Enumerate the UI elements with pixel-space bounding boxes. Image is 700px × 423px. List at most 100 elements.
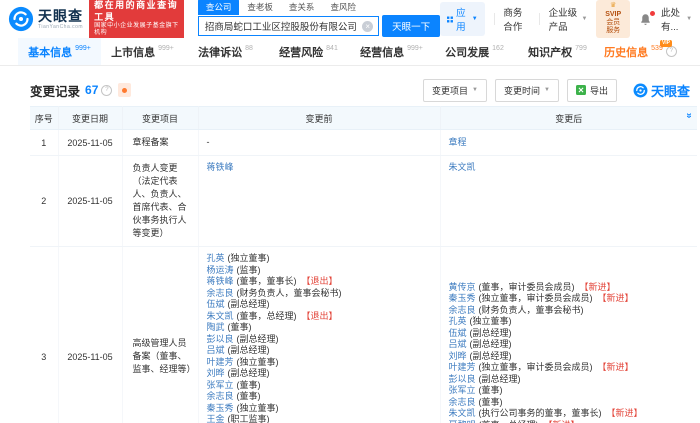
person-link[interactable]: 彭以良 <box>449 374 476 384</box>
person-link[interactable]: 吕斌 <box>207 345 225 355</box>
person-link[interactable]: 张军立 <box>449 385 476 395</box>
person-link[interactable]: 秦玉秀 <box>207 403 234 413</box>
status-tag: 【退出】 <box>302 311 338 321</box>
person-link[interactable]: 王金 <box>207 414 225 423</box>
tab-company-development[interactable]: 公司发展162 <box>433 38 516 65</box>
slogan-badge: 都在用的商业查询工具 国家中小企业发展子基金旗下机构 <box>89 0 184 41</box>
search-button[interactable]: 天眼一下 <box>382 15 440 37</box>
search-input[interactable] <box>199 21 362 32</box>
business-coop-link[interactable]: 商务合作 <box>503 5 530 33</box>
tab-label: 上市信息 <box>111 44 155 60</box>
person-line: 彭以良(副总经理) <box>207 334 434 346</box>
collapse-chevrons-icon[interactable]: » <box>684 113 695 119</box>
section-title: 变更记录 <box>30 81 80 100</box>
person-line: 刘晔(副总经理) <box>207 368 434 380</box>
person-line: 张军立(董事) <box>449 385 692 397</box>
export-label: 导出 <box>590 84 608 97</box>
info-icon[interactable]: ? <box>666 46 677 57</box>
person-role: (职工监事) <box>228 414 270 423</box>
filter-project-button[interactable]: 变更项目 ▼ <box>423 79 487 102</box>
tab-count: 999+ <box>75 45 91 52</box>
search-tab-boss[interactable]: 查老板 <box>239 0 281 15</box>
person-line: 陶武(董事) <box>207 322 434 334</box>
person-link[interactable]: 杨运涛 <box>207 265 234 275</box>
person-link[interactable]: 章程 <box>449 137 467 147</box>
tab-history-info[interactable]: VIP 历史信息539 ? <box>599 38 682 65</box>
person-link[interactable]: 孔英 <box>207 253 225 263</box>
person-role: (董事) <box>228 322 252 332</box>
person-link[interactable]: 朱文凯 <box>449 408 476 418</box>
person-link[interactable]: 叶建芳 <box>207 357 234 367</box>
user-menu[interactable]: 此处有... ▼ <box>661 5 692 33</box>
tab-basic-info[interactable]: 基本信息999+ <box>18 38 101 65</box>
person-line: 刘晔(副总经理) <box>449 351 692 363</box>
person-link[interactable]: 叶建芳 <box>449 362 476 372</box>
search-box: × <box>198 16 379 36</box>
tianyancha-logo[interactable]: 天眼查 TianYanCha.com <box>8 6 83 32</box>
tab-operation-risk[interactable]: 经营风险841 <box>267 38 350 65</box>
enterprise-product-link[interactable]: 企业级产品 ▼ <box>549 5 588 33</box>
person-line: 叶建芳(独立董事) <box>207 357 434 369</box>
tab-count: 799 <box>575 45 587 52</box>
person-role: (董事) <box>237 380 261 390</box>
export-button[interactable]: 导出 <box>567 79 617 102</box>
person-role: (独立董事) <box>237 403 279 413</box>
tab-label: 公司发展 <box>445 44 489 60</box>
person-link[interactable]: 余志良 <box>449 305 476 315</box>
logo-subtext: TianYanCha.com <box>38 25 83 30</box>
search-tab-risk[interactable]: 查风险 <box>322 0 364 15</box>
notification-bell[interactable] <box>639 13 652 26</box>
person-link[interactable]: 余志良 <box>207 391 234 401</box>
person-line: 朱文凯(董事，总经理)【退出】 <box>207 311 434 323</box>
person-link[interactable]: 刘晔 <box>449 351 467 361</box>
clear-icon[interactable]: × <box>362 21 373 32</box>
tianyancha-logo-icon <box>8 6 34 32</box>
person-link[interactable]: 秦玉秀 <box>449 293 476 303</box>
person-link[interactable]: 彭以良 <box>207 334 234 344</box>
person-role: (独立董事) <box>470 316 512 326</box>
search-tab-relation[interactable]: 查关系 <box>281 0 323 15</box>
tab-listing-info[interactable]: 上市信息999+ <box>101 38 184 65</box>
notification-dot <box>650 11 655 16</box>
tab-intellectual-property[interactable]: 知识产权799 <box>516 38 599 65</box>
person-link[interactable]: 余志良 <box>449 397 476 407</box>
person-link[interactable]: 蒋铁峰 <box>207 276 234 286</box>
person-link[interactable]: 张军立 <box>207 380 234 390</box>
info-icon[interactable]: ? <box>101 85 112 96</box>
person-link[interactable]: 余志良 <box>207 288 234 298</box>
cell-date: 2025-11-05 <box>58 156 122 247</box>
chevron-down-icon: ▼ <box>472 87 478 93</box>
person-line: 伍斌(副总经理) <box>449 328 692 340</box>
person-line: 伍斌(副总经理) <box>207 299 434 311</box>
cell-project: 章程备案 <box>122 130 198 156</box>
person-link[interactable]: 朱文凯 <box>449 162 476 172</box>
tab-legal-litigation[interactable]: 法律诉讼88 <box>184 38 267 65</box>
top-menu: 应用 ▼ 商务合作 企业级产品 ▼ ♛ SVIP 会员服务 此处有... <box>440 0 692 38</box>
person-link[interactable]: 黄传京 <box>449 282 476 292</box>
change-record-table: 序号 变更日期 变更项目 变更前 变更后 » 12025-11-05章程备案-章… <box>30 106 697 423</box>
person-link[interactable]: 伍斌 <box>449 328 467 338</box>
search-tab-company[interactable]: 查公司 <box>198 0 240 15</box>
person-link[interactable]: 陶武 <box>207 322 225 332</box>
person-link[interactable]: 吕斌 <box>449 339 467 349</box>
header-project: 变更项目 <box>122 107 198 130</box>
person-link[interactable]: 朱文凯 <box>207 311 234 321</box>
person-line: 张军立(董事) <box>207 380 434 392</box>
tab-label: 历史信息 <box>604 44 648 60</box>
apps-button[interactable]: 应用 ▼ <box>440 2 484 36</box>
person-link[interactable]: 蒋铁峰 <box>207 162 234 172</box>
person-link[interactable]: 刘晔 <box>207 368 225 378</box>
person-role: (财务负责人，董事会秘书) <box>479 305 584 315</box>
person-link[interactable]: 孔英 <box>449 316 467 326</box>
filter-time-button[interactable]: 变更时间 ▼ <box>495 79 559 102</box>
search-tabs: 查公司 查老板 查关系 查风险 <box>198 1 440 15</box>
person-line: 王金(职工监事) <box>207 414 434 423</box>
export-excel-icon <box>576 85 586 95</box>
tab-count: 162 <box>492 45 504 52</box>
cell-before: 蒋铁峰 <box>198 156 440 247</box>
person-link[interactable]: 伍斌 <box>207 299 225 309</box>
person-line: 余志良(董事) <box>449 397 692 409</box>
svip-badge[interactable]: ♛ SVIP 会员服务 <box>596 0 630 38</box>
tab-operation-info[interactable]: 经营信息999+ <box>350 38 433 65</box>
cell-no: 2 <box>30 156 58 247</box>
